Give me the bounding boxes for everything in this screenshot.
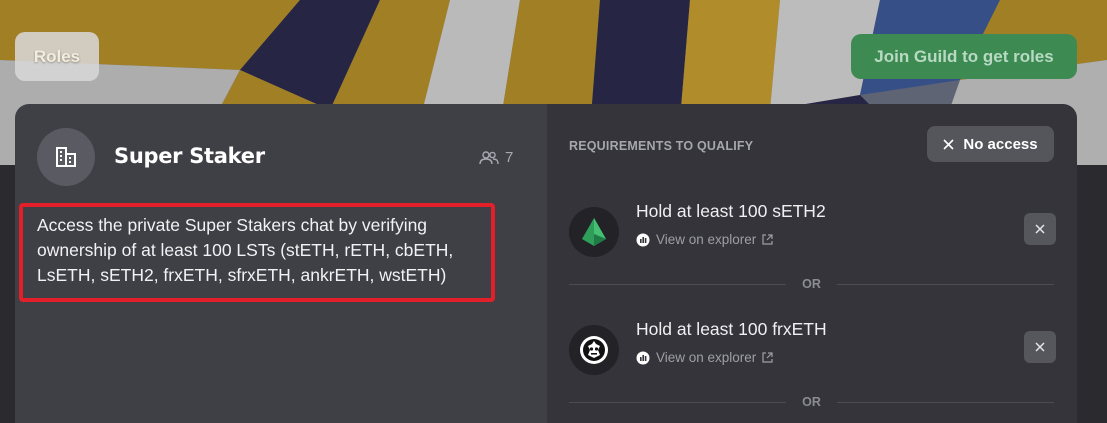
external-link-icon <box>762 352 773 363</box>
or-label: OR <box>802 277 821 291</box>
role-info-panel: Super Staker 7 Access the private Super … <box>15 104 547 423</box>
explorer-link-label: View on explorer <box>656 232 757 247</box>
building-icon <box>37 128 95 186</box>
close-icon <box>1035 224 1045 234</box>
frxeth-token-icon <box>569 325 619 375</box>
close-icon <box>943 138 954 150</box>
access-status-label: No access <box>963 135 1038 153</box>
role-name: Super Staker <box>114 144 265 168</box>
view-on-explorer-link[interactable]: View on explorer <box>636 232 773 247</box>
users-icon <box>479 150 499 164</box>
or-separator: OR <box>569 394 1054 410</box>
role-card: Super Staker 7 Access the private Super … <box>15 104 1077 423</box>
requirements-heading: REQUIREMENTS TO QUALIFY <box>569 139 754 153</box>
requirement-title: Hold at least 100 frxETH <box>636 319 827 339</box>
join-guild-button[interactable]: Join Guild to get roles <box>851 34 1077 79</box>
explorer-link-label: View on explorer <box>656 350 757 365</box>
or-label: OR <box>802 395 821 409</box>
close-icon <box>1035 342 1045 352</box>
or-separator: OR <box>569 276 1054 292</box>
etherscan-icon <box>636 233 650 246</box>
access-status-button[interactable]: No access <box>927 126 1054 162</box>
requirement-item: Hold at least 100 frxETH View on explore… <box>569 319 1059 379</box>
requirements-panel: REQUIREMENTS TO QUALIFY No access Hold a… <box>547 104 1077 423</box>
remove-requirement-button[interactable] <box>1024 213 1056 245</box>
role-description: Access the private Super Stakers chat by… <box>37 215 454 285</box>
requirement-item: Hold at least 100 sETH2 View on explorer <box>569 201 1059 261</box>
remove-requirement-button[interactable] <box>1024 331 1056 363</box>
etherscan-icon <box>636 351 650 364</box>
view-on-explorer-link[interactable]: View on explorer <box>636 350 773 365</box>
member-count: 7 <box>479 149 513 166</box>
member-count-value: 7 <box>505 149 514 166</box>
external-link-icon <box>762 234 773 245</box>
seth2-token-icon <box>569 207 619 257</box>
requirement-title: Hold at least 100 sETH2 <box>636 201 826 221</box>
roles-tab[interactable]: Roles <box>15 32 99 81</box>
